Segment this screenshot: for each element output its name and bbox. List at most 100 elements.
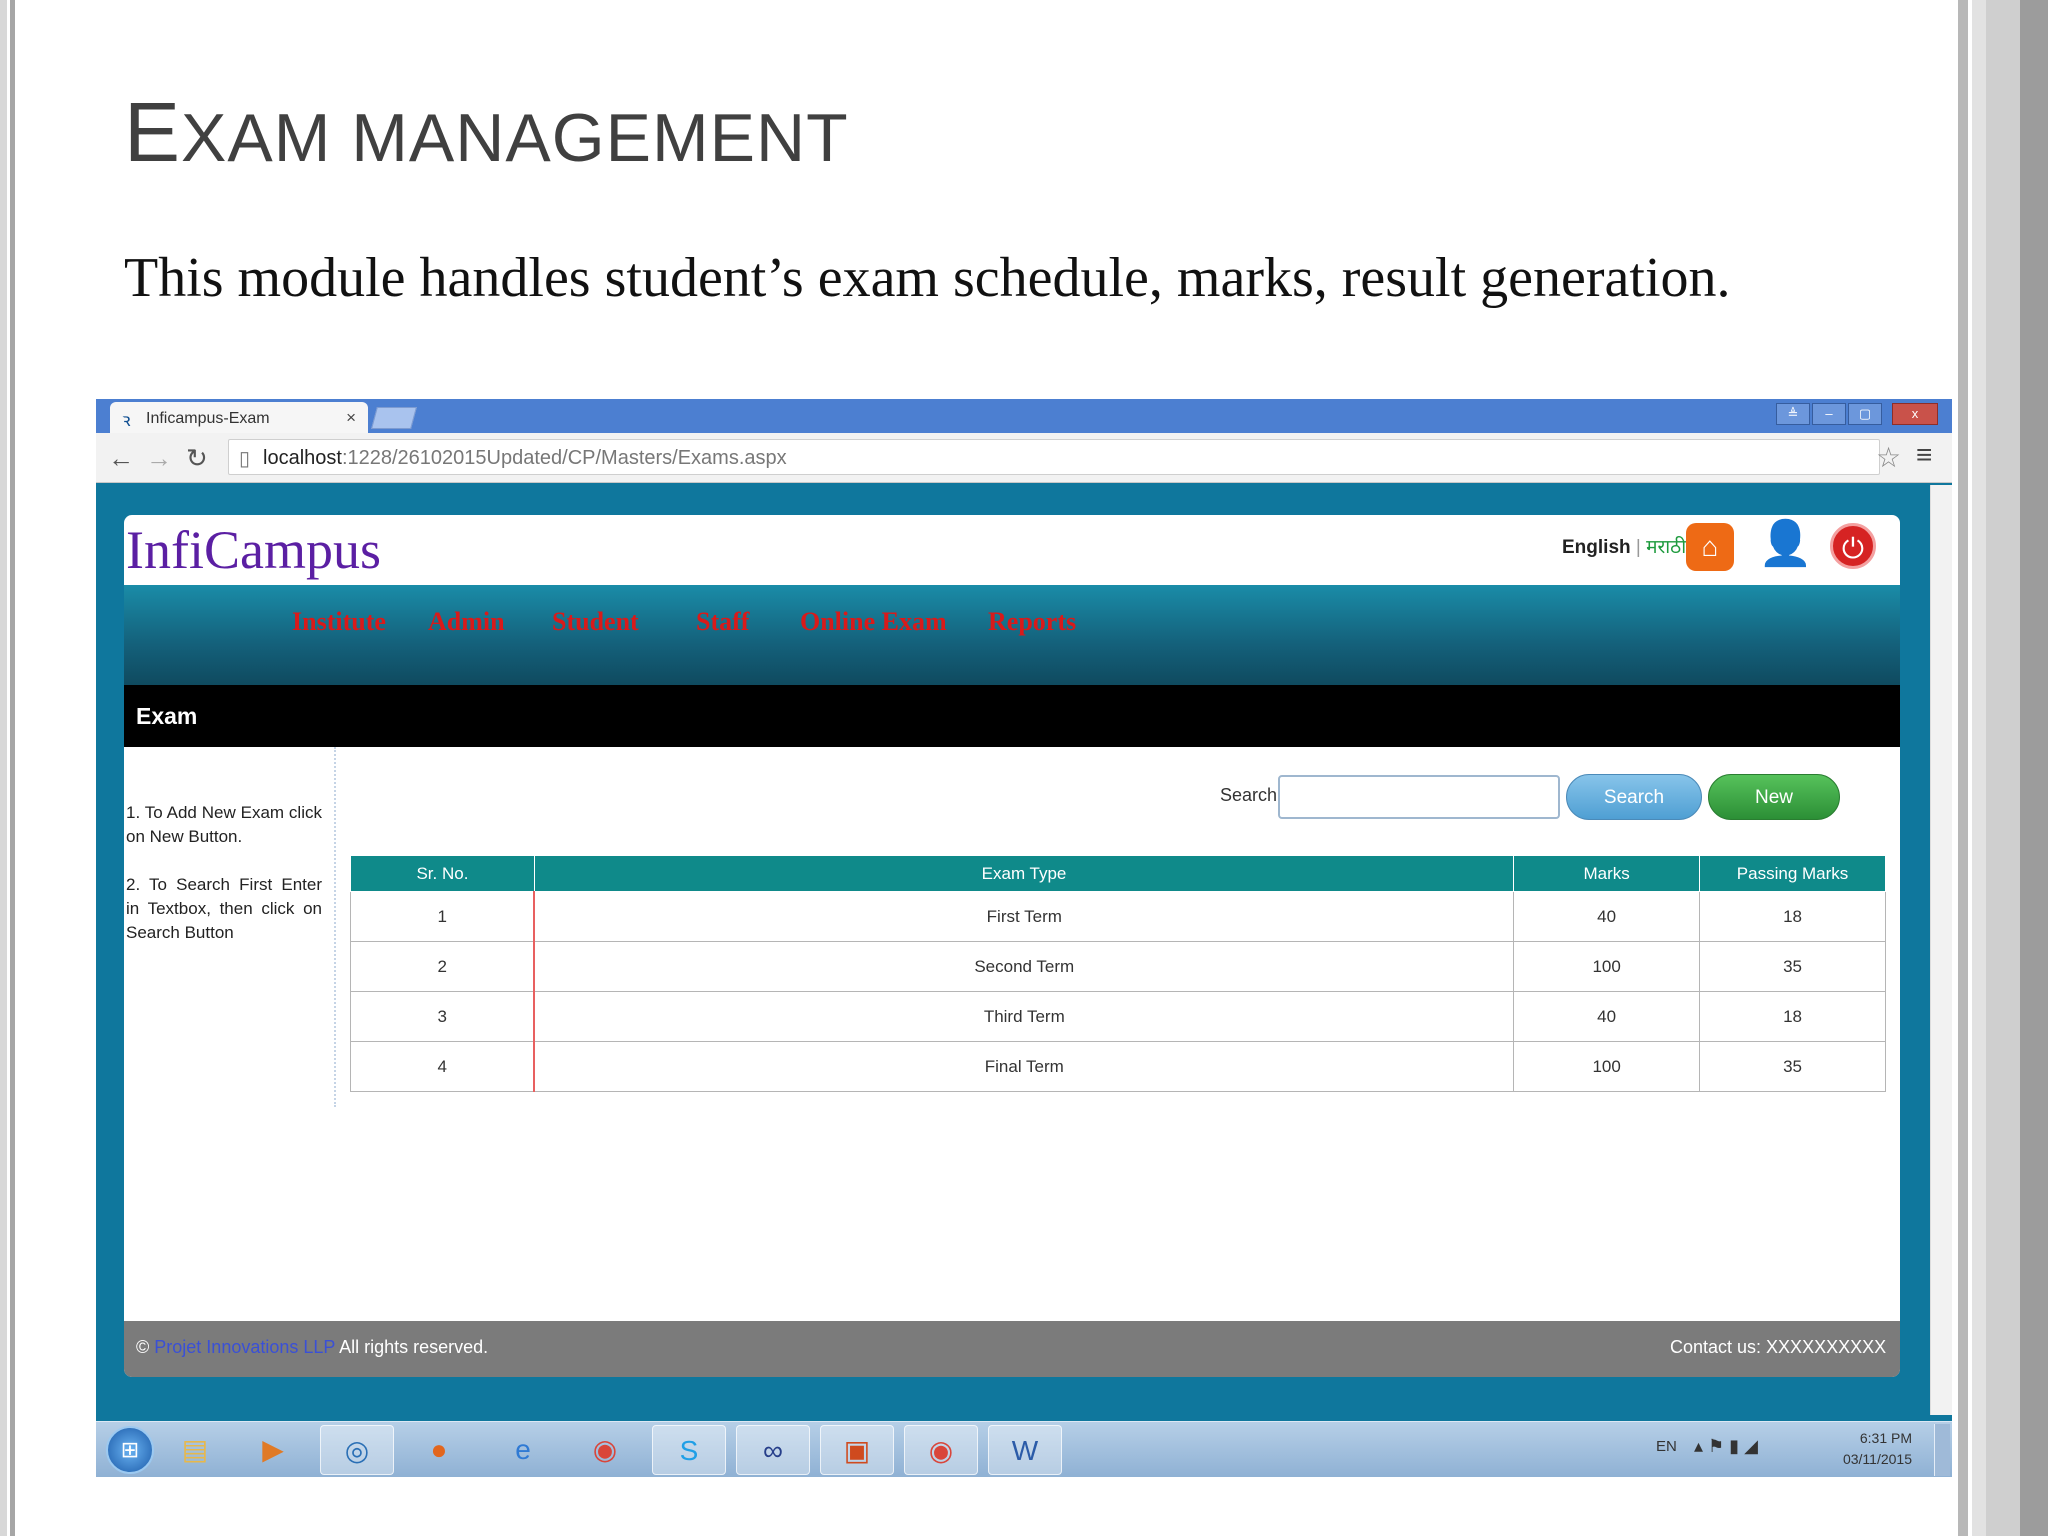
- explorer-folder-icon[interactable]: ▤: [158, 1425, 232, 1475]
- nav-staff[interactable]: Staff: [696, 607, 749, 637]
- browser-titlebar: ꝛ Inficampus-Exam × ≜ – ▢ x: [96, 399, 1952, 433]
- language-switcher: English | मराठी: [1562, 533, 1686, 559]
- slide-subtitle: This module handles student’s exam sched…: [124, 247, 1731, 309]
- taskbar-clock[interactable]: 6:31 PM 03/11/2015: [1826, 1428, 1912, 1470]
- nav-online-exam[interactable]: Online Exam: [800, 607, 947, 637]
- firefox-icon[interactable]: ●: [402, 1425, 476, 1475]
- footer-rights: All rights reserved.: [339, 1337, 489, 1357]
- cell-exam-type: Final Term: [533, 1041, 1515, 1092]
- slide-right-border: [1958, 0, 1968, 1536]
- slide-right-border-dark: [2020, 0, 2048, 1536]
- browser-toolbar: ← → ↻ ▯ localhost:1228/26102015Updated/C…: [96, 433, 1952, 483]
- window-minimize-button[interactable]: –: [1812, 403, 1846, 425]
- col-header-passing-marks[interactable]: Passing Marks: [1699, 855, 1886, 892]
- nav-student[interactable]: Student: [552, 607, 639, 637]
- bookmark-star-icon[interactable]: ☆: [1876, 441, 1901, 474]
- cell-passing-marks: 35: [1699, 1041, 1886, 1092]
- powerpoint-icon[interactable]: ▣: [820, 1425, 894, 1475]
- browser-screenshot: ꝛ Inficampus-Exam × ≜ – ▢ x ← → ↻ ▯ loca…: [96, 399, 1952, 1477]
- site-favicon-icon: ꝛ: [122, 410, 131, 430]
- url-path: :1228/26102015Updated/CP/Masters/Exams.a…: [341, 447, 787, 469]
- search-input[interactable]: [1278, 775, 1560, 819]
- cell-marks: 40: [1513, 991, 1701, 1042]
- exam-table: Sr. No. Exam Type Marks Passing Marks 1 …: [350, 855, 1886, 1092]
- user-profile-icon[interactable]: 👤: [1758, 517, 1813, 575]
- cell-exam-type: Second Term: [533, 941, 1515, 992]
- network-app-icon[interactable]: ◎: [320, 1425, 394, 1475]
- col-header-marks[interactable]: Marks: [1513, 855, 1701, 892]
- cell-sr-no: 4: [350, 1041, 536, 1092]
- cell-sr-no: 1: [350, 891, 536, 942]
- copyright-symbol: ©: [136, 1337, 150, 1357]
- cell-passing-marks: 35: [1699, 941, 1886, 992]
- chrome-active-icon[interactable]: ◉: [904, 1425, 978, 1475]
- browser-menu-icon[interactable]: ≡: [1916, 439, 1932, 471]
- footer-company-link[interactable]: Projet Innovations LLP: [154, 1337, 335, 1357]
- reload-icon[interactable]: ↻: [186, 443, 208, 474]
- help-add-instruction: 1. To Add New Exam click on New Button.: [126, 803, 322, 846]
- slide-left-border: [0, 0, 7, 1536]
- media-player-icon[interactable]: ▶: [236, 1425, 310, 1475]
- search-label: Search: [1220, 785, 1278, 805]
- lang-marathi-link[interactable]: मराठी: [1646, 537, 1686, 558]
- slide-left-border-inner: [10, 0, 15, 1536]
- browser-tab[interactable]: ꝛ Inficampus-Exam ×: [110, 402, 368, 433]
- help-search-instruction: 2. To Search First Enter in Textbox, the…: [126, 875, 322, 942]
- table-row[interactable]: 2 Second Term 100 35: [350, 941, 1886, 992]
- start-button-icon[interactable]: ⊞: [106, 1426, 154, 1474]
- tab-close-icon[interactable]: ×: [346, 408, 356, 428]
- window-close-button[interactable]: x: [1892, 403, 1938, 425]
- internet-explorer-icon[interactable]: e: [486, 1425, 560, 1475]
- cell-marks: 40: [1513, 891, 1701, 942]
- chrome-icon[interactable]: ◉: [568, 1425, 642, 1475]
- cell-passing-marks: 18: [1699, 891, 1886, 942]
- footer-contact: Contact us: XXXXXXXXXX: [1670, 1337, 1887, 1357]
- cell-exam-type: Third Term: [533, 991, 1515, 1042]
- table-header-row: Sr. No. Exam Type Marks Passing Marks: [350, 855, 1886, 892]
- table-row[interactable]: 3 Third Term 40 18: [350, 991, 1886, 1042]
- app-container: InfiCampus English | मराठी ⌂ 👤 ⏻ Institu…: [124, 515, 1900, 1377]
- new-tab-button[interactable]: [371, 407, 417, 429]
- window-restore-button[interactable]: ▢: [1848, 403, 1882, 425]
- url-host: localhost: [263, 447, 342, 469]
- search-button[interactable]: Search: [1566, 774, 1702, 820]
- app-logo[interactable]: InfiCampus: [126, 519, 381, 581]
- cell-passing-marks: 18: [1699, 991, 1886, 1042]
- slide-title-initial: E: [124, 85, 182, 179]
- back-arrow-icon[interactable]: ←: [108, 443, 134, 474]
- page-icon: ▯: [239, 448, 251, 470]
- forward-arrow-icon[interactable]: →: [146, 443, 172, 474]
- home-icon[interactable]: ⌂: [1686, 523, 1734, 571]
- show-desktop-button[interactable]: [1934, 1424, 1950, 1476]
- input-language[interactable]: EN: [1656, 1438, 1677, 1455]
- skype-icon[interactable]: S: [652, 1425, 726, 1475]
- nav-institute[interactable]: Institute: [292, 607, 386, 637]
- lang-english-link[interactable]: English: [1562, 537, 1631, 558]
- section-header: Exam: [124, 685, 1900, 747]
- nav-admin[interactable]: Admin: [428, 607, 505, 637]
- slide-right-border-light: [1972, 0, 1986, 1536]
- word-icon[interactable]: W: [988, 1425, 1062, 1475]
- tab-title: Inficampus-Exam: [146, 410, 270, 427]
- table-row[interactable]: 4 Final Term 100 35: [350, 1041, 1886, 1092]
- cell-sr-no: 3: [350, 991, 536, 1042]
- address-bar[interactable]: ▯ localhost:1228/26102015Updated/CP/Mast…: [228, 439, 1880, 475]
- logout-power-icon[interactable]: ⏻: [1830, 523, 1876, 569]
- cell-exam-type: First Term: [533, 891, 1515, 942]
- table-row[interactable]: 1 First Term 40 18: [350, 891, 1886, 942]
- nav-reports[interactable]: Reports: [988, 607, 1076, 637]
- lang-separator: |: [1630, 537, 1647, 558]
- col-header-sr-no[interactable]: Sr. No.: [350, 855, 535, 892]
- system-tray-icons[interactable]: ▴ ⚑ ▮ ◢: [1694, 1436, 1758, 1457]
- slide-title-rest: XAM MANAGEMENT: [181, 100, 849, 176]
- col-header-exam-type[interactable]: Exam Type: [533, 855, 1515, 892]
- footer-copyright: © Projet Innovations LLP All rights rese…: [136, 1337, 488, 1358]
- window-user-button[interactable]: ≜: [1776, 403, 1810, 425]
- infinity-app-icon[interactable]: ∞: [736, 1425, 810, 1475]
- cell-marks: 100: [1513, 1041, 1701, 1092]
- help-panel: 1. To Add New Exam click on New Button. …: [124, 747, 336, 1107]
- page-scrollbar[interactable]: [1930, 485, 1952, 1415]
- new-button[interactable]: New: [1708, 774, 1840, 820]
- slide-right-border-mid: [1986, 0, 2020, 1536]
- windows-taskbar: ⊞ ▤ ▶ ◎ ● e ◉ S ∞ ▣ ◉ W EN ▴ ⚑ ▮ ◢ 6:31 …: [96, 1421, 1952, 1477]
